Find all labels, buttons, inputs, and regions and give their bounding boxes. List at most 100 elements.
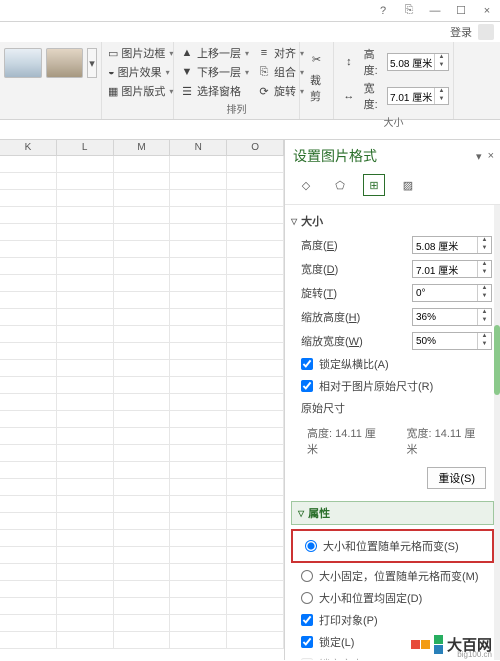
height-up[interactable]: ▲ bbox=[435, 54, 448, 62]
selection-pane-button[interactable]: ☰选择窗格 bbox=[178, 82, 251, 100]
border-icon: ▭ bbox=[108, 46, 118, 60]
group-button[interactable]: ⎘组合▾ bbox=[255, 63, 306, 81]
table-row[interactable] bbox=[0, 377, 284, 394]
size-group-label: 大小 bbox=[338, 114, 449, 130]
print-object-checkbox[interactable]: 打印对象(P) bbox=[291, 609, 494, 631]
login-link[interactable]: 登录 bbox=[450, 24, 472, 40]
table-row[interactable] bbox=[0, 207, 284, 224]
table-row[interactable] bbox=[0, 445, 284, 462]
pane-scaleh-spinner[interactable]: ▲▼ bbox=[412, 308, 492, 326]
original-size-label: 原始尺寸 bbox=[291, 397, 494, 419]
maximize-button[interactable]: ☐ bbox=[452, 2, 470, 20]
close-button[interactable]: × bbox=[478, 2, 496, 20]
column-headers: K L M N O bbox=[0, 140, 284, 156]
pane-scrollbar[interactable] bbox=[494, 205, 500, 660]
option-move-and-size[interactable]: 大小和位置随单元格而变(S) bbox=[295, 535, 490, 557]
table-row[interactable] bbox=[0, 309, 284, 326]
watermark-url: big100.cn bbox=[457, 650, 492, 659]
option-dont-move[interactable]: 大小和位置均固定(D) bbox=[291, 587, 494, 609]
table-row[interactable] bbox=[0, 598, 284, 615]
pane-width-spinner[interactable]: ▲▼ bbox=[412, 260, 492, 278]
watermark: 大百网 big100.cn bbox=[411, 634, 492, 655]
picture-layout-button[interactable]: ▦图片版式▾ bbox=[106, 82, 169, 100]
style-thumb-1[interactable] bbox=[4, 48, 42, 78]
table-row[interactable] bbox=[0, 275, 284, 292]
table-row[interactable] bbox=[0, 173, 284, 190]
ribbon-options-button[interactable]: ⎘ bbox=[400, 2, 418, 20]
height-icon: ↕ bbox=[338, 56, 360, 68]
relative-original-checkbox[interactable]: 相对于图片原始尺寸(R) bbox=[291, 375, 494, 397]
width-spinner[interactable]: ▲▼ bbox=[387, 87, 449, 105]
table-row[interactable] bbox=[0, 530, 284, 547]
col-k[interactable]: K bbox=[0, 140, 57, 155]
crop-button[interactable]: ✂ 裁剪 bbox=[304, 44, 329, 104]
size-section-header[interactable]: 大小 bbox=[291, 209, 494, 233]
minimize-button[interactable]: — bbox=[426, 2, 444, 20]
table-row[interactable] bbox=[0, 428, 284, 445]
table-row[interactable] bbox=[0, 156, 284, 173]
tab-picture-icon[interactable]: ▨ bbox=[397, 174, 419, 196]
selection-pane-icon: ☰ bbox=[180, 84, 194, 98]
bring-forward-button[interactable]: ▲上移一层▾ bbox=[178, 44, 251, 62]
table-row[interactable] bbox=[0, 360, 284, 377]
pane-height-spinner[interactable]: ▲▼ bbox=[412, 236, 492, 254]
table-row[interactable] bbox=[0, 411, 284, 428]
width-down[interactable]: ▼ bbox=[435, 96, 448, 104]
worksheet[interactable]: K L M N O bbox=[0, 140, 285, 660]
table-row[interactable] bbox=[0, 479, 284, 496]
align-button[interactable]: ≡对齐▾ bbox=[255, 44, 306, 62]
tab-fill-icon[interactable]: ◇ bbox=[295, 174, 317, 196]
align-icon: ≡ bbox=[257, 46, 271, 60]
picture-effects-button[interactable]: ◒图片效果▾ bbox=[106, 63, 169, 81]
reset-button[interactable]: 重设(S) bbox=[427, 467, 486, 489]
pane-options-button[interactable]: ▾ bbox=[476, 150, 482, 163]
table-row[interactable] bbox=[0, 581, 284, 598]
table-row[interactable] bbox=[0, 462, 284, 479]
table-row[interactable] bbox=[0, 326, 284, 343]
format-picture-pane: 设置图片格式 ▾ × ◇ ⬠ ⊞ ▨ 大小 高度(E) ▲▼ 宽度(D) ▲▼ … bbox=[285, 140, 500, 660]
col-o[interactable]: O bbox=[227, 140, 284, 155]
table-row[interactable] bbox=[0, 547, 284, 564]
table-row[interactable] bbox=[0, 190, 284, 207]
table-row[interactable] bbox=[0, 564, 284, 581]
tab-effects-icon[interactable]: ⬠ bbox=[329, 174, 351, 196]
rotate-button[interactable]: ⟳旋转▾ bbox=[255, 82, 306, 100]
pane-rotation-spinner[interactable]: ▲▼ bbox=[412, 284, 492, 302]
height-down[interactable]: ▼ bbox=[435, 62, 448, 70]
tab-size-icon[interactable]: ⊞ bbox=[363, 174, 385, 196]
table-row[interactable] bbox=[0, 224, 284, 241]
help-button[interactable]: ? bbox=[374, 2, 392, 20]
table-row[interactable] bbox=[0, 292, 284, 309]
table-row[interactable] bbox=[0, 615, 284, 632]
col-l[interactable]: L bbox=[57, 140, 114, 155]
ribbon-group-picture: ▭图片边框▾ ◒图片效果▾ ▦图片版式▾ bbox=[102, 42, 174, 119]
ribbon-group-arrange: ▲上移一层▾ ▼下移一层▾ ☰选择窗格 ≡对齐▾ ⎘组合▾ ⟳旋转▾ 排列 bbox=[174, 42, 300, 119]
width-input[interactable] bbox=[388, 91, 434, 102]
window-titlebar: ? ⎘ — ☐ × bbox=[0, 0, 500, 22]
pane-height-label: 高度(E) bbox=[301, 237, 338, 253]
style-gallery-expand[interactable]: ▾ bbox=[87, 48, 97, 78]
bring-forward-icon: ▲ bbox=[180, 46, 194, 60]
send-backward-button[interactable]: ▼下移一层▾ bbox=[178, 63, 251, 81]
table-row[interactable] bbox=[0, 258, 284, 275]
pane-scalew-spinner[interactable]: ▲▼ bbox=[412, 332, 492, 350]
table-row[interactable] bbox=[0, 496, 284, 513]
col-n[interactable]: N bbox=[170, 140, 227, 155]
table-row[interactable] bbox=[0, 394, 284, 411]
width-up[interactable]: ▲ bbox=[435, 88, 448, 96]
table-row[interactable] bbox=[0, 241, 284, 258]
height-spinner[interactable]: ▲▼ bbox=[387, 53, 449, 71]
table-row[interactable] bbox=[0, 513, 284, 530]
picture-border-button[interactable]: ▭图片边框▾ bbox=[106, 44, 169, 62]
properties-section-header[interactable]: ▽属性 bbox=[291, 501, 494, 525]
table-row[interactable] bbox=[0, 632, 284, 649]
style-thumb-2[interactable] bbox=[46, 48, 84, 78]
pane-close-button[interactable]: × bbox=[488, 150, 494, 163]
lock-aspect-checkbox[interactable]: 锁定纵横比(A) bbox=[291, 353, 494, 375]
col-m[interactable]: M bbox=[114, 140, 171, 155]
layout-icon: ▦ bbox=[108, 84, 118, 98]
avatar[interactable] bbox=[478, 24, 494, 40]
height-input[interactable] bbox=[388, 57, 434, 68]
table-row[interactable] bbox=[0, 343, 284, 360]
option-move-only[interactable]: 大小固定，位置随单元格而变(M) bbox=[291, 565, 494, 587]
